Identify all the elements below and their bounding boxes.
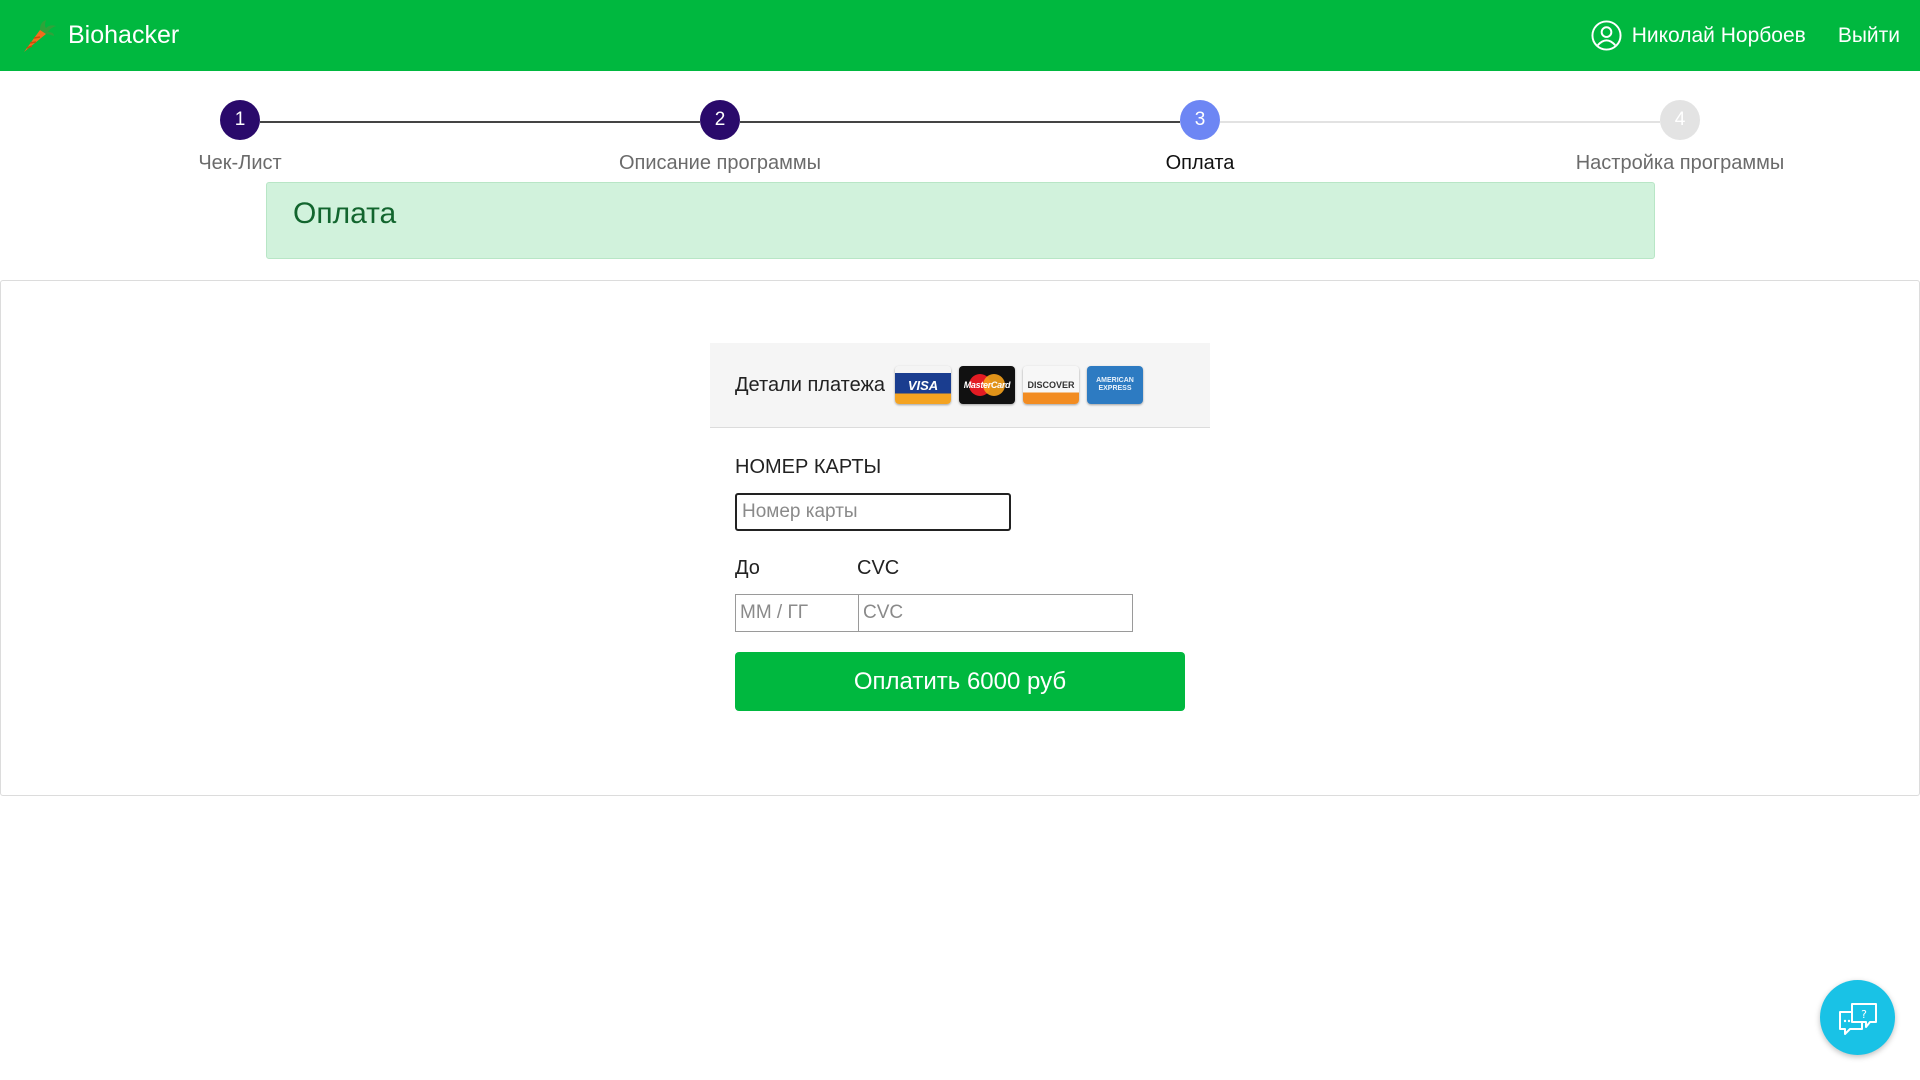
step-4-label: Настройка программы bbox=[1575, 152, 1785, 174]
step-1-label: Чек-Лист bbox=[198, 152, 282, 174]
card-number-label: НОМЕР КАРТЫ bbox=[735, 456, 882, 478]
user-account-icon bbox=[1591, 20, 1622, 51]
payment-panel-header: Детали платежа VISA MasterCard DISCOVER … bbox=[710, 343, 1210, 428]
brand-name: Biohacker bbox=[68, 21, 180, 49]
cvc-input[interactable] bbox=[858, 594, 1133, 632]
step-connector bbox=[260, 121, 700, 123]
expiry-label: До bbox=[735, 557, 760, 579]
expiry-cvc-labels: До CVC bbox=[735, 557, 1185, 580]
top-navbar: Biohacker Николай Норбоев Выйти bbox=[0, 0, 1920, 71]
step-1-circle: 1 bbox=[220, 100, 260, 140]
cvc-label: CVC bbox=[857, 557, 900, 579]
user-menu[interactable]: Николай Норбоев bbox=[1591, 20, 1806, 51]
user-name: Николай Норбоев bbox=[1631, 23, 1806, 47]
step-3-label: Оплата bbox=[1165, 152, 1235, 174]
visa-card-icon: VISA bbox=[894, 366, 951, 404]
expiry-cvc-inputs bbox=[735, 594, 1185, 632]
alert-title: Оплата bbox=[293, 197, 397, 230]
step-3-circle: 3 bbox=[1180, 100, 1220, 140]
mastercard-card-icon: MasterCard bbox=[958, 366, 1015, 404]
step-2-circle: 2 bbox=[700, 100, 740, 140]
step-connector bbox=[1220, 121, 1660, 123]
amex-card-icon: AMERICAN EXPRESS bbox=[1086, 366, 1143, 404]
progress-stepper: 1 2 3 4 Чек-Лист Описание программы Опла… bbox=[0, 100, 1920, 180]
help-chat-icon: ? bbox=[1838, 1002, 1877, 1035]
step-connector bbox=[740, 121, 1180, 123]
card-number-input[interactable] bbox=[735, 493, 1011, 531]
help-chat-button[interactable]: ? bbox=[1820, 980, 1895, 1055]
carrot-logo-icon bbox=[24, 19, 56, 52]
payment-details-title: Детали платежа bbox=[735, 373, 885, 396]
expiry-input[interactable] bbox=[735, 594, 858, 632]
nav-right: Николай Норбоев Выйти bbox=[1591, 20, 1900, 51]
step-2-label: Описание программы bbox=[618, 152, 822, 174]
logout-link[interactable]: Выйти bbox=[1838, 24, 1900, 48]
pay-button[interactable]: Оплатить 6000 руб bbox=[735, 652, 1185, 711]
svg-text:?: ? bbox=[1861, 1008, 1867, 1021]
step-4-circle: 4 bbox=[1660, 100, 1700, 140]
step-title-alert: Оплата bbox=[266, 182, 1655, 259]
discover-card-icon: DISCOVER bbox=[1022, 366, 1079, 404]
payment-panel: Детали платежа VISA MasterCard DISCOVER … bbox=[710, 343, 1210, 711]
payment-form: НОМЕР КАРТЫ До CVC Оплатить 6000 руб bbox=[710, 428, 1210, 711]
brand-link[interactable]: Biohacker bbox=[18, 16, 179, 56]
